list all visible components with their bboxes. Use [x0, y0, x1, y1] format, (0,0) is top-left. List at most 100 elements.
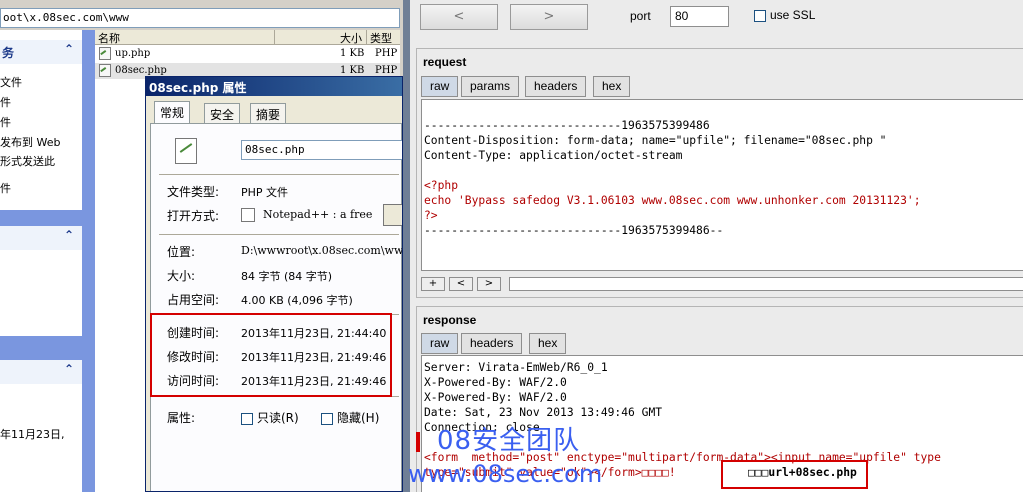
task-section-other: ⌃	[0, 226, 82, 336]
column-header: 名称 大小 类型	[95, 30, 400, 45]
location-value: D:\wwwroot\x.08sec.com\www	[241, 244, 403, 257]
prev-button[interactable]: <	[420, 4, 498, 30]
task-item[interactable]: 件	[0, 180, 11, 196]
task-section-details: ⌃ 年11月23日,	[0, 360, 82, 492]
tab-hex[interactable]: hex	[593, 76, 631, 97]
checkbox-box[interactable]	[321, 412, 333, 425]
collapse-chevron-icon[interactable]: ⌃	[64, 42, 74, 56]
http-tool-panel: < > port 80 use SSL request raw params h…	[403, 0, 1023, 492]
file-size: 1 KB	[340, 48, 365, 59]
column-name[interactable]: 名称	[95, 30, 275, 45]
php-file-large-icon	[175, 138, 197, 164]
response-title: response	[423, 313, 477, 327]
size-value: 84 字节 (84 字节)	[241, 270, 333, 283]
open-with-value: Notepad++ : a free	[263, 208, 373, 221]
readonly-label: 只读(R)	[257, 411, 299, 425]
search-bar: + < >	[421, 277, 1023, 293]
task-item[interactable]: 件	[0, 94, 11, 110]
php-file-icon	[99, 64, 111, 77]
response-line: Server: Virata-EmWeb/R6_0_1	[424, 361, 608, 374]
request-line: <?php	[424, 179, 459, 192]
disk-size-label: 占用空间:	[167, 293, 220, 307]
task-section-header[interactable]: 务 ⌃	[0, 40, 82, 64]
location-label: 位置:	[167, 245, 196, 259]
collapse-chevron-icon[interactable]: ⌃	[64, 228, 74, 242]
collapse-chevron-icon[interactable]: ⌃	[64, 362, 74, 376]
file-row[interactable]: up.php 1 KB PHP	[95, 46, 400, 62]
watermark-team-name: 08安全团队	[437, 426, 581, 456]
search-next-button[interactable]: >	[477, 277, 501, 291]
php-file-icon	[99, 47, 111, 60]
checkbox-box[interactable]	[754, 9, 766, 22]
column-type[interactable]: 类型	[367, 30, 400, 45]
request-line: Content-Type: application/octet-stream	[424, 149, 683, 162]
divider	[159, 174, 399, 175]
properties-dialog: 08sec.php 属性 常规 安全 摘要 08sec.php 文件类型: PH…	[145, 76, 403, 492]
hidden-checkbox[interactable]: 隐藏(H)	[321, 409, 379, 426]
tab-headers[interactable]: headers	[461, 333, 523, 354]
file-type: PHP	[375, 65, 398, 76]
response-line: X-Powered-By: WAF/2.0	[424, 376, 567, 389]
task-pane: 务 ⌃ 文件 件 件 发布到 Web 形式发送此 件 ⌃ ⌃ 年11月23日,	[0, 30, 95, 492]
upload-result-highlight-box	[721, 460, 868, 489]
task-item[interactable]: 件	[0, 114, 11, 130]
tab-summary[interactable]: 摘要	[250, 103, 287, 123]
open-with-label: 打开方式:	[167, 209, 220, 223]
request-line: -----------------------------19635753994…	[424, 224, 724, 237]
tab-raw[interactable]: raw	[421, 76, 459, 97]
task-item[interactable]: 发布到 Web	[0, 134, 60, 150]
tab-security[interactable]: 安全	[204, 103, 241, 123]
request-line: Content-Disposition: form-data; name="up…	[424, 134, 887, 147]
attributes-label: 属性:	[167, 411, 196, 425]
response-line: X-Powered-By: WAF/2.0	[424, 391, 567, 404]
response-line: Date: Sat, 23 Nov 2013 13:49:46 GMT	[424, 406, 663, 419]
tab-hex[interactable]: hex	[529, 333, 567, 354]
search-prev-button[interactable]: <	[449, 277, 473, 291]
tab-general[interactable]: 常规	[154, 101, 191, 123]
file-name: up.php	[115, 48, 151, 59]
filename-input[interactable]: 08sec.php	[241, 140, 402, 160]
watermark-bar	[416, 432, 420, 452]
size-label: 大小:	[167, 269, 196, 283]
request-line: -----------------------------19635753994…	[424, 119, 710, 132]
hidden-label: 隐藏(H)	[337, 411, 380, 425]
request-title: request	[423, 55, 467, 69]
file-type: PHP	[375, 48, 398, 59]
port-label: port	[630, 9, 651, 23]
search-add-button[interactable]: +	[421, 277, 445, 291]
search-input[interactable]	[509, 277, 1023, 291]
readonly-checkbox[interactable]: 只读(R)	[241, 409, 299, 426]
request-line: echo 'Bypass safedog V3.1.06103 www.08se…	[424, 194, 921, 207]
task-section-title: 务	[2, 46, 15, 60]
task-item[interactable]: 文件	[0, 74, 22, 90]
checkbox-box[interactable]	[241, 412, 253, 425]
general-tab-panel: 08sec.php 文件类型: PHP 文件 打开方式: Notepad++ :…	[150, 123, 403, 491]
detail-date-text: 年11月23日,	[0, 428, 65, 441]
next-button[interactable]: >	[510, 4, 588, 30]
dialog-title[interactable]: 08sec.php 属性	[146, 77, 402, 96]
notepad-icon	[241, 208, 255, 222]
task-item[interactable]: 形式发送此	[0, 153, 55, 169]
tab-headers[interactable]: headers	[525, 76, 587, 97]
request-line: ?>	[424, 209, 438, 222]
file-name: 08sec.php	[115, 65, 167, 76]
tab-raw[interactable]: raw	[421, 333, 459, 354]
task-section-file: 务 ⌃ 文件 件 件 发布到 Web 形式发送此 件	[0, 30, 82, 210]
file-type-label: 文件类型:	[167, 185, 220, 199]
file-type-value: PHP 文件	[241, 186, 289, 199]
disk-size-value: 4.00 KB (4,096 字节)	[241, 294, 353, 307]
request-body-editor[interactable]: -----------------------------19635753994…	[421, 99, 1023, 271]
divider	[159, 234, 399, 235]
port-input[interactable]: 80	[670, 6, 729, 27]
watermark-url: www.08sec.com	[408, 460, 603, 488]
tab-params[interactable]: params	[461, 76, 520, 97]
address-bar[interactable]: oot\x.08sec.com\www	[0, 8, 400, 28]
ssl-checkbox[interactable]: use SSL	[754, 8, 815, 22]
timestamps-highlight-box	[150, 313, 392, 397]
task-section-header[interactable]: ⌃	[0, 226, 82, 250]
ssl-label: use SSL	[770, 8, 816, 22]
file-size: 1 KB	[340, 65, 365, 76]
task-section-header[interactable]: ⌃	[0, 360, 82, 384]
change-button[interactable]	[383, 204, 402, 226]
column-size[interactable]: 大小	[275, 30, 367, 45]
